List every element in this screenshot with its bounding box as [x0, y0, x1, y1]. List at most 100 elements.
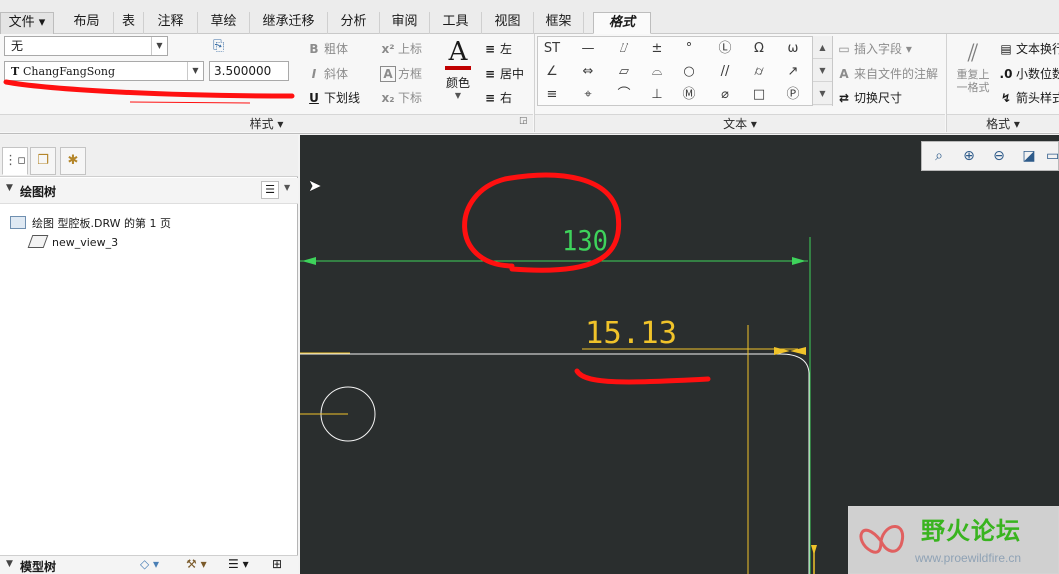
favorites-tab-icon[interactable]: ✱ [60, 147, 86, 175]
symbol-square-icon[interactable]: □ [748, 85, 770, 105]
symbol-circularity-icon[interactable]: ○ [678, 62, 700, 82]
tree-item-drawing-sheet[interactable]: 绘图 型腔板.DRW 的第 1 页 [10, 215, 171, 231]
align-center-button[interactable]: ≡ 居中 [482, 65, 524, 82]
symbol-ohm-icon[interactable]: Ω [748, 39, 770, 59]
symbol-mmc-icon[interactable]: Ⓜ [678, 85, 700, 105]
bold-icon: B [309, 42, 319, 56]
underline-button[interactable]: U 下划线 [306, 89, 360, 106]
tab-layout[interactable]: 布局 [60, 12, 114, 34]
tab-analysis[interactable]: 分析 [328, 12, 380, 34]
dimension-text-130[interactable]: 130 [562, 224, 608, 257]
panel-tab-strip: ⋮▫ ❐ ✱ [0, 135, 298, 177]
symbol-statistical-icon[interactable]: ST [541, 39, 563, 59]
dimension-arrow-yellow-right [790, 347, 806, 355]
dimension-arrow-left [302, 257, 316, 265]
model-tree-settings-icon[interactable]: ☰ ▾ [228, 557, 249, 571]
tab-frame[interactable]: 框架 [534, 12, 584, 34]
decimal-places-button[interactable]: .0 小数位数 [998, 65, 1059, 82]
tree-item-view[interactable]: new_view_3 [27, 235, 118, 249]
file-menu-button[interactable]: 文件 ▾ [0, 12, 54, 34]
model-tree-title: 模型树 [20, 560, 57, 574]
tab-tools[interactable]: 工具 [430, 12, 482, 34]
arrow-style-button[interactable]: ↯ 箭头样式 [998, 89, 1059, 106]
symbol-parallelism-icon[interactable]: // [714, 62, 736, 82]
scroll-up-icon[interactable]: ▲ [813, 36, 832, 59]
text-wrap-button[interactable]: ▤ 文本换行 [998, 40, 1059, 57]
tab-format[interactable]: 格式 [593, 12, 651, 34]
style-select[interactable]: 无 ▼ [4, 36, 168, 56]
bold-button[interactable]: B 粗体 [306, 40, 348, 57]
insert-field-button[interactable]: ▭ 插入字段 ▾ [836, 40, 912, 57]
collapse-icon[interactable]: ▼ [6, 183, 13, 193]
tab-sketch[interactable]: 草绘 [198, 12, 250, 34]
tab-annotate[interactable]: 注释 [144, 12, 198, 34]
align-left-icon: ≡ [484, 42, 496, 56]
symbol-lmc-icon[interactable]: Ⓛ [714, 39, 736, 59]
symbol-cylindricity-icon[interactable]: ⌰ [613, 39, 635, 59]
arrow-style-icon: ↯ [1000, 91, 1012, 105]
red-underline-markup [574, 368, 711, 385]
symbol-surface-profile-icon[interactable]: ⌓ [646, 62, 668, 82]
folder-browser-tab-icon[interactable]: ❐ [30, 147, 56, 175]
toggle-dimension-label: 切换尺寸 [854, 91, 903, 105]
note-file-icon: A [839, 67, 849, 81]
symbol-cylindricity-alt-icon[interactable]: ⌭ [748, 62, 770, 82]
symbol-position-icon[interactable]: ⌖ [577, 85, 599, 105]
model-display-icon[interactable]: ◇ ▾ [140, 557, 159, 571]
color-button[interactable]: A 颜色 ▼ [444, 38, 472, 100]
watermark-title: 野火论坛 [921, 517, 1021, 545]
tree-settings-icon[interactable]: ☰ [261, 181, 279, 199]
style-dialog-launcher-icon[interactable]: ◲ [519, 116, 528, 126]
symbol-flatness-icon[interactable]: — [577, 39, 599, 59]
symbol-line-profile-icon[interactable]: ⌒ [613, 85, 635, 105]
subscript-icon: x₂ [381, 91, 395, 105]
symbol-perpendicularity-icon[interactable]: ⊥ [646, 85, 668, 105]
copy-format-icon[interactable]: ⎘ [213, 38, 224, 54]
align-right-button[interactable]: ≡ 右 [482, 89, 512, 106]
tab-review[interactable]: 审阅 [380, 12, 430, 34]
symbol-total-runout-icon[interactable]: ≡ [541, 85, 563, 105]
symbol-projected-zone-icon[interactable]: Ⓟ [782, 85, 804, 105]
tab-view[interactable]: 视图 [482, 12, 534, 34]
drawing-view-icon [27, 235, 49, 248]
chevron-down-icon[interactable]: ▼ [284, 183, 290, 192]
font-color-icon: A [448, 37, 468, 67]
scroll-down-icon[interactable]: ▼ [813, 59, 832, 82]
collapse-icon[interactable]: ▼ [6, 559, 13, 569]
underline-label: 下划线 [324, 91, 361, 105]
style-group-label: 样式 ▾ [0, 114, 533, 132]
tree-tab-icon[interactable]: ⋮▫ [2, 147, 28, 175]
superscript-button[interactable]: x² 上标 [380, 40, 423, 57]
symbol-omega-icon[interactable]: ω [782, 39, 804, 59]
reapply-format-button[interactable]: ⫽ 重复上一格式 [952, 38, 994, 94]
symbol-plus-minus-icon[interactable]: ± [646, 39, 668, 59]
symbol-symmetric-icon[interactable]: ⇔ [577, 62, 599, 82]
subscript-button[interactable]: x₂ 下标 [380, 89, 423, 106]
arrow-style-label: 箭头样式 [1016, 91, 1059, 105]
file-menu-label: 文件 [8, 15, 35, 30]
dimension-text-1513[interactable]: 15.13 [585, 316, 677, 351]
symbol-parallelogram-icon[interactable]: ▱ [613, 62, 635, 82]
tools-icon[interactable]: ⚒ ▾ [186, 557, 207, 571]
symbol-diameter-icon[interactable]: ⌀ [714, 85, 736, 105]
align-left-label: 左 [500, 42, 513, 56]
note-from-file-button[interactable]: A 来自文件的注解 [836, 65, 938, 82]
style-group-title: 样式 [249, 117, 274, 131]
toggle-dimension-button[interactable]: ⇄ 切换尺寸 [836, 89, 902, 106]
format-group-label: 格式 ▾ [947, 114, 1059, 132]
red-thin-line-markup [129, 101, 251, 104]
tab-table[interactable]: 表 [114, 12, 144, 34]
italic-button[interactable]: I 斜体 [306, 65, 348, 82]
tab-legacy-migration[interactable]: 继承迁移 [250, 12, 328, 34]
box-button[interactable]: A 方框 [380, 65, 422, 82]
align-right-icon: ≡ [484, 91, 496, 105]
align-left-button[interactable]: ≡ 左 [482, 40, 512, 57]
symbol-degree-icon[interactable]: ° [678, 39, 700, 59]
drawing-tree-title: 绘图树 [20, 185, 57, 199]
symbol-runout-icon[interactable]: ↗ [782, 62, 804, 82]
decimal-label: 小数位数 [1016, 67, 1059, 81]
expand-palette-icon[interactable]: ▼ [813, 82, 832, 105]
symbol-angularity-icon[interactable]: ∠ [541, 62, 563, 82]
model-tree-filter-icon[interactable]: ⊞ [272, 557, 282, 571]
symbol-palette-scrollbar[interactable]: ▲ ▼ ▼ [812, 36, 832, 106]
